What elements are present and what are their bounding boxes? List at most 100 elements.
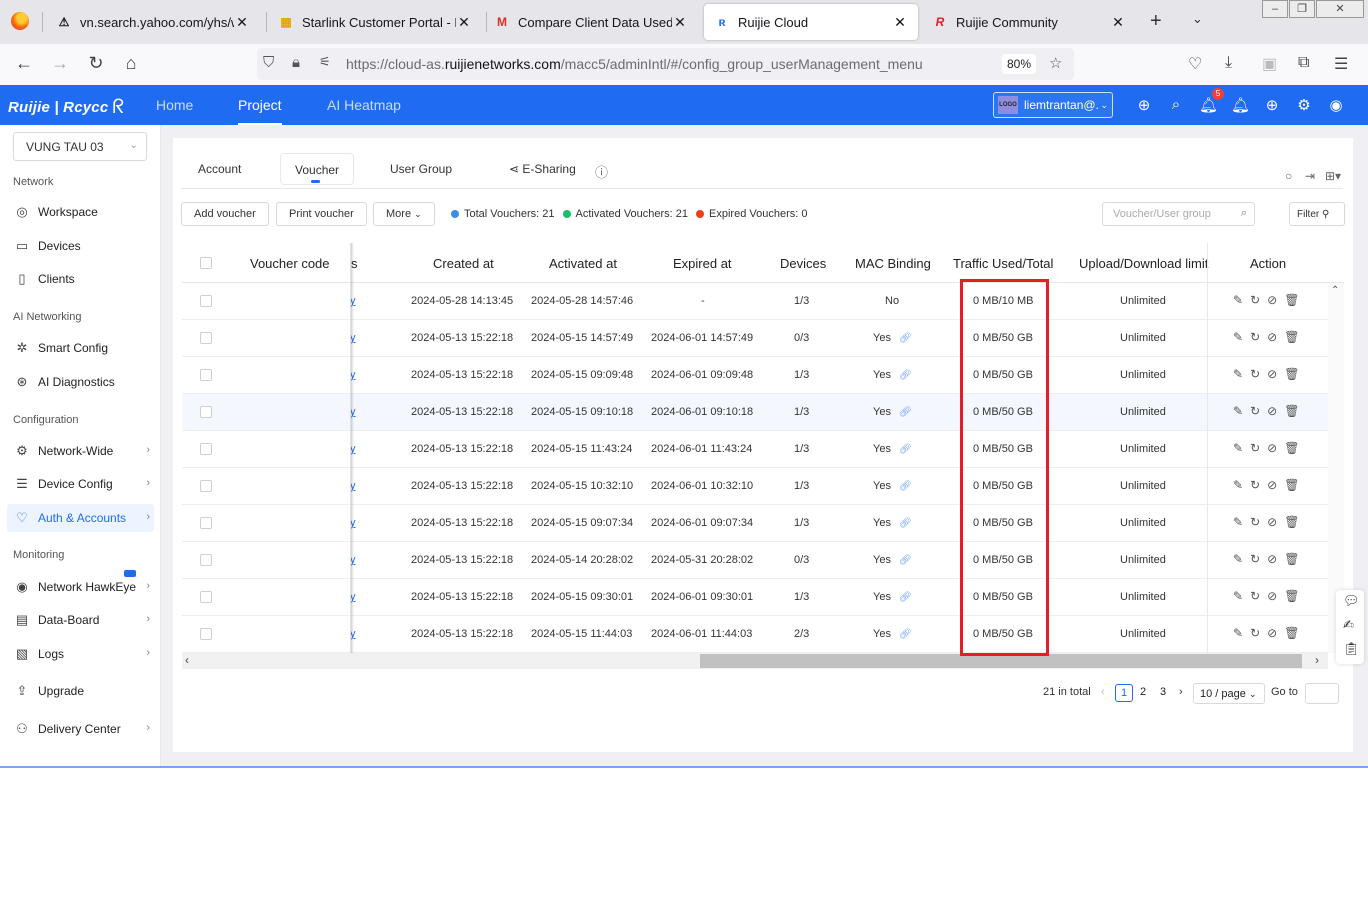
permissions-icon[interactable]: ⚟ <box>319 54 331 70</box>
pocket-icon[interactable]: ♡ <box>1188 54 1202 74</box>
goto-input[interactable] <box>1305 683 1339 704</box>
gear-icon[interactable]: ⚙ <box>1295 96 1313 114</box>
disable-icon[interactable]: ⊘ <box>1267 478 1277 492</box>
edit-icon[interactable]: ✎ <box>1233 367 1243 381</box>
tab-ruijie-cloud[interactable]: ʀ Ruijie Cloud ✕ <box>704 4 918 40</box>
col-activated-at[interactable]: Activated at <box>549 256 617 271</box>
refresh-circle-icon[interactable]: ○ <box>1285 169 1292 183</box>
reset-icon[interactable]: ↻ <box>1250 293 1260 307</box>
disable-icon[interactable]: ⊘ <box>1267 589 1277 603</box>
page-2[interactable]: 2 <box>1134 684 1152 702</box>
export-icon[interactable]: ⇥ <box>1305 169 1315 183</box>
extension-icon[interactable]: ▣ <box>1262 54 1277 74</box>
close-icon[interactable]: ✕ <box>672 14 688 31</box>
sidebar-item-smart-config[interactable]: ✲ Smart Config <box>7 334 154 362</box>
col-expired-at[interactable]: Expired at <box>673 256 732 271</box>
menu-icon[interactable]: ☰ <box>1334 54 1348 74</box>
bookmark-star-icon[interactable]: ☆ <box>1049 54 1062 72</box>
lock-icon[interactable]: 🔒︎ <box>292 54 300 71</box>
firefox-icon[interactable] <box>11 12 29 30</box>
download-icon[interactable]: ⤓ <box>1225 54 1232 72</box>
user-icon[interactable]: ◉ <box>1327 96 1345 114</box>
row-checkbox[interactable] <box>200 591 212 603</box>
link-icon[interactable]: 🔗︎ <box>899 407 912 418</box>
disable-icon[interactable]: ⊘ <box>1267 515 1277 529</box>
tab-starlink[interactable]: ▦ Starlink Customer Portal - Rep ✕ <box>268 4 482 40</box>
row-checkbox[interactable] <box>200 443 212 455</box>
edit-icon[interactable]: ✎ <box>1233 552 1243 566</box>
filter-button[interactable]: Filter ⚲ <box>1289 202 1345 226</box>
link-icon[interactable]: 🔗︎ <box>899 333 912 344</box>
print-voucher-button[interactable]: Print voucher <box>276 202 367 226</box>
clipboard-icon[interactable]: 📋︎ <box>1343 641 1360 657</box>
page-1[interactable]: 1 <box>1115 684 1133 702</box>
nav-project[interactable]: Project <box>238 97 282 125</box>
row-checkbox[interactable] <box>200 406 212 418</box>
forward-icon[interactable]: → <box>49 53 71 74</box>
sidebar-item-delivery-center[interactable]: ⚇ Delivery Center › <box>7 715 154 743</box>
sidebar-item-network-wide[interactable]: ⚙ Network-Wide › <box>7 437 154 465</box>
disable-icon[interactable]: ⊘ <box>1267 330 1277 344</box>
next-page-icon[interactable]: › <box>1179 686 1183 698</box>
delete-icon[interactable]: 🗑︎ <box>1284 404 1299 418</box>
row-checkbox[interactable] <box>200 628 212 640</box>
tab-yahoo[interactable]: ⚠ vn.search.yahoo.com/yhs/wel ✕ <box>46 4 260 40</box>
edit-icon[interactable]: ✎ <box>1233 478 1243 492</box>
tab-account[interactable]: Account <box>184 153 255 185</box>
scrollbar-thumb[interactable] <box>700 654 1302 668</box>
close-icon[interactable]: ✕ <box>234 14 250 31</box>
link-icon[interactable]: 🔗︎ <box>899 370 912 381</box>
sidebar-item-upgrade[interactable]: ⇪ Upgrade <box>7 677 154 705</box>
account-selector[interactable]: LOGO liemtrantan@... ⌄ <box>993 92 1113 118</box>
link-icon[interactable]: 🔗︎ <box>899 592 912 603</box>
delete-icon[interactable]: 🗑︎ <box>1284 515 1299 529</box>
reset-icon[interactable]: ↻ <box>1250 552 1260 566</box>
search-input[interactable]: Voucher/User group ⌕ <box>1102 202 1255 226</box>
delete-icon[interactable]: 🗑︎ <box>1284 552 1299 566</box>
add-circle-icon[interactable]: ⊕ <box>1135 96 1153 114</box>
new-tab-icon[interactable]: + <box>1150 10 1162 33</box>
row-checkbox[interactable] <box>200 554 212 566</box>
nav-ai-heatmap[interactable]: AI Heatmap <box>327 97 401 113</box>
tab-gmail[interactable]: M Compare Client Data Used - li ✕ <box>484 4 698 40</box>
url-text[interactable]: https://cloud-as.ruijienetworks.com/macc… <box>346 56 923 72</box>
delete-icon[interactable]: 🗑︎ <box>1284 478 1299 492</box>
back-icon[interactable]: ← <box>13 53 35 74</box>
col-traffic[interactable]: Traffic Used/Total <box>953 256 1053 271</box>
edit-icon[interactable]: ✎ <box>1233 293 1243 307</box>
close-window-icon[interactable]: ✕ <box>1316 0 1364 18</box>
feedback-icon[interactable]: ✍︎ <box>1343 617 1354 633</box>
ruijie-logo[interactable]: Ruijie | Rcycc ᖇ <box>8 95 124 118</box>
disable-icon[interactable]: ⊘ <box>1267 552 1277 566</box>
reset-icon[interactable]: ↻ <box>1250 404 1260 418</box>
disable-icon[interactable]: ⊘ <box>1267 367 1277 381</box>
more-button[interactable]: More ⌄ <box>373 202 435 226</box>
chevron-right-icon[interactable]: › <box>1315 653 1319 667</box>
chat-icon[interactable]: 💬︎ <box>1343 593 1360 609</box>
edit-icon[interactable]: ✎ <box>1233 330 1243 344</box>
zoom-level[interactable]: 80% <box>1002 54 1036 74</box>
edit-icon[interactable]: ✎ <box>1233 404 1243 418</box>
close-icon[interactable]: ✕ <box>1110 14 1126 31</box>
delete-icon[interactable]: 🗑︎ <box>1284 626 1299 640</box>
edit-icon[interactable]: ✎ <box>1233 441 1243 455</box>
link-icon[interactable]: 🔗︎ <box>899 444 912 455</box>
delete-icon[interactable]: 🗑︎ <box>1284 330 1299 344</box>
col-limit[interactable]: Upload/Download limit <box>1079 256 1208 271</box>
row-checkbox[interactable] <box>200 369 212 381</box>
reset-icon[interactable]: ↻ <box>1250 626 1260 640</box>
row-checkbox[interactable] <box>200 480 212 492</box>
reset-icon[interactable]: ↻ <box>1250 330 1260 344</box>
shield-icon[interactable]: ⛉ <box>263 54 274 71</box>
close-icon[interactable]: ✕ <box>892 14 908 31</box>
horizontal-scrollbar[interactable]: ‹ › <box>182 653 1328 669</box>
edit-icon[interactable]: ✎ <box>1233 626 1243 640</box>
row-checkbox[interactable] <box>200 517 212 529</box>
tab-e-sharing[interactable]: ⋖ E-Sharing <box>495 153 590 185</box>
col-mac-binding[interactable]: MAC Binding <box>855 256 931 271</box>
sidebar-item-clients[interactable]: ▯ Clients <box>7 265 154 293</box>
row-checkbox[interactable] <box>200 332 212 344</box>
sidebar-item-data-board[interactable]: ▤ Data-Board › <box>7 606 154 634</box>
delete-icon[interactable]: 🗑︎ <box>1284 293 1299 307</box>
info-icon[interactable]: ⓘ <box>581 153 622 185</box>
